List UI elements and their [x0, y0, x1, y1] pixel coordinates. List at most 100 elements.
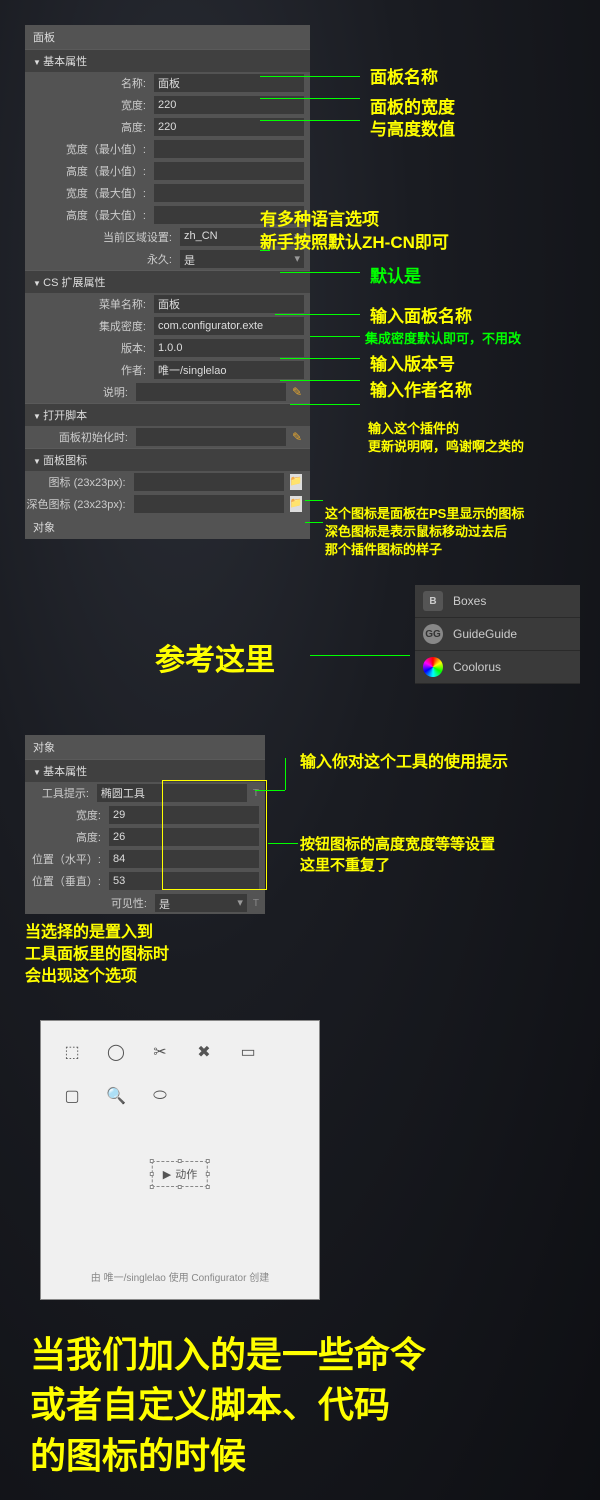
- object-label: 对象: [25, 515, 310, 539]
- section-basic-2[interactable]: 基本属性: [25, 759, 265, 782]
- annotation: 输入你对这个工具的使用提示: [300, 748, 508, 772]
- max-width-label: 宽度（最大值）:: [25, 185, 154, 201]
- width-label: 宽度:: [25, 97, 154, 113]
- shuffle-icon[interactable]: ✖: [193, 1041, 215, 1063]
- init-input[interactable]: [136, 428, 286, 446]
- panel-title: 对象: [25, 735, 265, 759]
- annotation-line: [310, 655, 410, 656]
- annotation: 默认是: [370, 262, 421, 287]
- annotation-line: [268, 843, 298, 844]
- ext-item-guideguide[interactable]: GGGuideGuide: [415, 618, 580, 651]
- browse-icon[interactable]: 📁: [290, 474, 302, 490]
- ext-item-boxes[interactable]: BBoxes: [415, 585, 580, 618]
- annotation-line: [275, 314, 360, 315]
- name-label: 名称:: [25, 75, 154, 91]
- version-label: 版本:: [25, 340, 154, 356]
- author-input[interactable]: [154, 361, 304, 379]
- annotation: 工具面板里的图标时: [25, 940, 169, 964]
- annotation-line: [290, 404, 360, 405]
- density-label: 集成密度:: [25, 318, 154, 334]
- annotation: 输入面板名称: [370, 302, 472, 327]
- icon-label: 图标 (23x23px):: [25, 474, 134, 490]
- height-label-2: 高度:: [25, 829, 109, 845]
- bottom-text: 当我们加入的是一些命令 或者自定义脚本、代码 的图标的时候: [30, 1330, 426, 1481]
- dark-icon-label: 深色图标 (23x23px):: [25, 496, 134, 512]
- tip-label: 工具提示:: [25, 785, 97, 801]
- annotation: 有多种语言选项: [260, 205, 379, 230]
- annotation: 面板名称: [370, 63, 438, 88]
- layers-icon[interactable]: ▭: [237, 1041, 259, 1063]
- preview-footer: 由 唯一/singlelao 使用 Configurator 创建: [41, 1269, 319, 1284]
- annotation: 输入版本号: [370, 350, 455, 375]
- rect-icon[interactable]: ▢: [61, 1085, 83, 1107]
- extension-list: BBoxes GGGuideGuide Coolorus: [415, 585, 580, 684]
- annotation-line: [310, 336, 360, 337]
- min-width-input[interactable]: [154, 140, 304, 158]
- visible-label: 可见性:: [25, 895, 155, 911]
- version-input[interactable]: [154, 339, 304, 357]
- annotation: 当选择的是置入到: [25, 918, 153, 942]
- max-width-input[interactable]: [154, 184, 304, 202]
- annotation: 参考这里: [155, 635, 275, 679]
- posx-label: 位置（水平）:: [25, 851, 109, 867]
- guideguide-icon: GG: [423, 624, 443, 644]
- locale-label: 当前区域设置:: [25, 229, 180, 245]
- annotation: 深色图标是表示鼠标移动过去后: [325, 521, 507, 540]
- annotation: 输入作者名称: [370, 376, 472, 401]
- author-label: 作者:: [25, 362, 154, 378]
- annotation-line: [260, 120, 360, 121]
- lasso-icon[interactable]: ◯: [105, 1041, 127, 1063]
- ellipse-icon[interactable]: ⬭: [149, 1085, 171, 1107]
- annotation-line: [305, 522, 323, 523]
- visible-select[interactable]: 是: [155, 894, 247, 912]
- desc-label: 说明:: [25, 384, 136, 400]
- annotation-line: [280, 380, 360, 381]
- section-script[interactable]: 打开脚本: [25, 403, 310, 426]
- panel-title: 面板: [25, 25, 310, 49]
- annotation-line: [280, 272, 360, 273]
- annotation: 输入这个插件的: [368, 418, 459, 437]
- edit-icon[interactable]: [292, 385, 302, 399]
- annotation-line: [260, 98, 360, 99]
- action-button[interactable]: ▶ 动作: [152, 1161, 208, 1187]
- density-input[interactable]: [154, 317, 304, 335]
- section-basic[interactable]: 基本属性: [25, 49, 310, 72]
- height-label: 高度:: [25, 119, 154, 135]
- browse-icon[interactable]: 📁: [290, 496, 302, 512]
- annotation-line: [255, 790, 285, 791]
- posy-label: 位置（垂直）:: [25, 873, 109, 889]
- annotation-line: [305, 500, 323, 501]
- play-icon: ▶: [163, 1168, 171, 1181]
- annotation: 新手按照默认ZH-CN即可: [260, 228, 449, 253]
- min-height-label: 高度（最小值）:: [25, 163, 154, 179]
- crop-icon[interactable]: ✂: [149, 1041, 171, 1063]
- annotation: 这个图标是面板在PS里显示的图标: [325, 503, 524, 522]
- annotation: 按钮图标的高度宽度等等设置: [300, 833, 495, 854]
- init-label: 面板初始化时:: [25, 429, 136, 445]
- annotation-line: [280, 358, 360, 359]
- preview-toolbar: ⬚ ◯ ✂ ✖ ▭ ▢ 🔍 ⬭: [41, 1021, 319, 1127]
- zoom-icon[interactable]: 🔍: [105, 1085, 127, 1107]
- ext-item-coolorus[interactable]: Coolorus: [415, 651, 580, 684]
- coolorus-icon: [423, 657, 443, 677]
- annotation-line: [260, 76, 360, 77]
- marquee-icon[interactable]: ⬚: [61, 1041, 83, 1063]
- menu-label: 菜单名称:: [25, 296, 154, 312]
- annotation: 与高度数值: [370, 115, 455, 140]
- highlight-box: [162, 780, 267, 890]
- max-height-label: 高度（最大值）:: [25, 207, 154, 223]
- menu-input[interactable]: [154, 295, 304, 313]
- width-label-2: 宽度:: [25, 807, 109, 823]
- desc-input[interactable]: [136, 383, 286, 401]
- permanent-label: 永久:: [25, 251, 180, 267]
- section-cs[interactable]: CS 扩展属性: [25, 270, 310, 293]
- icon-input[interactable]: [134, 473, 284, 491]
- annotation: 会出现这个选项: [25, 962, 137, 986]
- t-indicator: T: [253, 898, 259, 909]
- min-height-input[interactable]: [154, 162, 304, 180]
- dark-icon-input[interactable]: [134, 495, 284, 513]
- edit-icon[interactable]: [292, 430, 302, 444]
- properties-panel-1: 面板 基本属性 名称: 宽度: 高度: 宽度（最小值）: 高度（最小值）: 宽度…: [25, 25, 310, 539]
- annotation: 更新说明啊，鸣谢啊之类的: [368, 436, 524, 455]
- section-icon[interactable]: 面板图标: [25, 448, 310, 471]
